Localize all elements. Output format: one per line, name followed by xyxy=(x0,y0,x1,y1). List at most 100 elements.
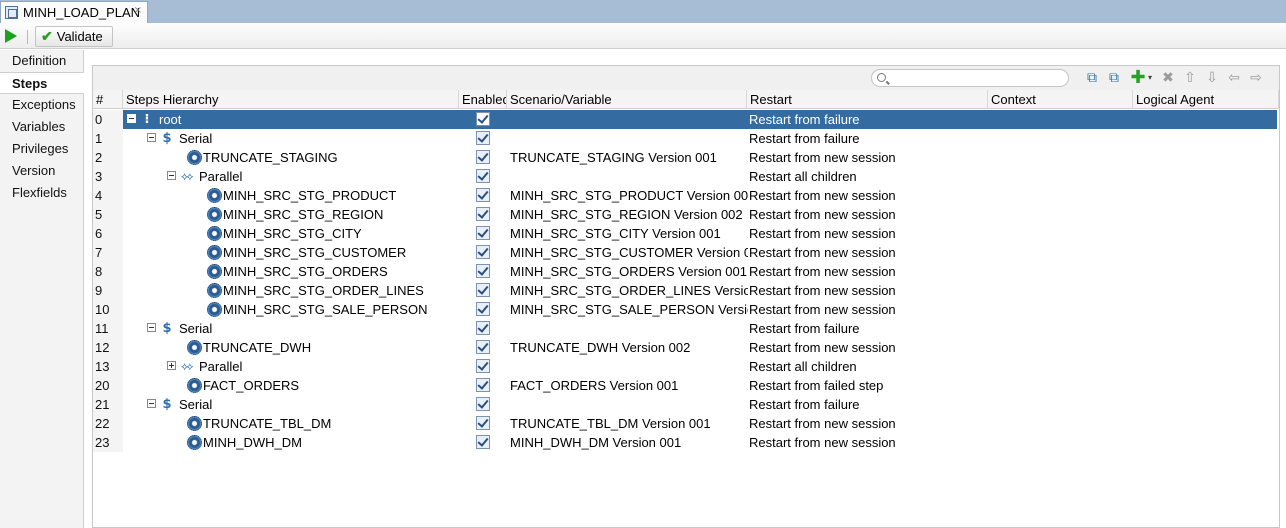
col-restart-header[interactable]: Restart xyxy=(747,90,988,109)
enabled-checkbox[interactable] xyxy=(476,226,490,240)
table-row[interactable]: 11 $ Serial Restart from failure xyxy=(93,319,1277,338)
tab-definition[interactable]: Definition xyxy=(0,50,83,72)
restart-cell[interactable]: Restart from failure xyxy=(749,319,987,338)
enabled-checkbox[interactable] xyxy=(476,131,490,145)
table-row[interactable]: 13 ⟡⟡ Parallel Restart all children xyxy=(93,357,1277,376)
restart-cell[interactable]: Restart from new session xyxy=(749,148,987,167)
tab-minh-load-plan[interactable]: MINH_LOAD_PLAN × xyxy=(0,1,148,23)
tab-steps[interactable]: Steps xyxy=(0,72,84,94)
tab-version[interactable]: Version xyxy=(0,160,83,182)
restart-cell[interactable]: Restart from new session xyxy=(749,186,987,205)
table-row[interactable]: 22 TRUNCATE_TBL_DM TRUNCATE_TBL_DM Version… xyxy=(93,414,1277,433)
restart-cell[interactable]: Restart from failure xyxy=(749,395,987,414)
col-number-header[interactable]: # xyxy=(93,90,123,109)
col-context-header[interactable]: Context xyxy=(988,90,1133,109)
parallel-step-icon: ⟡⟡ xyxy=(181,360,194,373)
table-row[interactable]: 0 ⁝ root Restart from failure xyxy=(93,110,1277,129)
restart-cell[interactable]: Restart from new session xyxy=(749,300,987,319)
enabled-checkbox[interactable] xyxy=(476,169,490,183)
table-row[interactable]: 7 MINH_SRC_STG_CUSTOMER MINH_SRC_STG_CUSTO… xyxy=(93,243,1277,262)
tab-flexfields[interactable]: Flexfields xyxy=(0,182,83,204)
collapse-all-icon[interactable]: ⧉ xyxy=(1105,69,1123,87)
restart-cell[interactable]: Restart from new session xyxy=(749,414,987,433)
table-row[interactable]: 23 MINH_DWH_DM MINH_DWH_DM Version 001 Rest… xyxy=(93,433,1277,452)
table-row[interactable]: 4 MINH_SRC_STG_PRODUCT MINH_SRC_STG_PRODUC… xyxy=(93,186,1277,205)
tab-variables[interactable]: Variables xyxy=(0,116,83,138)
scenario-variable-cell xyxy=(510,129,748,148)
enabled-checkbox[interactable] xyxy=(476,264,490,278)
enabled-checkbox[interactable] xyxy=(476,340,490,354)
collapse-icon[interactable] xyxy=(167,171,176,180)
collapse-icon[interactable] xyxy=(147,323,156,332)
col-steps-hierarchy-header[interactable]: Steps Hierarchy xyxy=(123,90,459,109)
restart-cell[interactable]: Restart from new session xyxy=(749,281,987,300)
col-logical-agent-header[interactable]: Logical Agent xyxy=(1133,90,1279,109)
table-row[interactable]: 1 $ Serial Restart from failure xyxy=(93,129,1277,148)
restart-cell[interactable]: Restart from failed step xyxy=(749,376,987,395)
table-row[interactable]: 20 FACT_ORDERS FACT_ORDERS Version 001 Rest… xyxy=(93,376,1277,395)
restart-cell[interactable]: Restart from new session xyxy=(749,243,987,262)
expand-icon[interactable] xyxy=(167,361,176,370)
step-name: MINH_SRC_STG_SALE_PERSON xyxy=(223,302,428,317)
restart-cell[interactable]: Restart from new session xyxy=(749,262,987,281)
restart-cell[interactable]: Restart from new session xyxy=(749,433,987,452)
move-up-icon[interactable]: ⇧ xyxy=(1181,69,1199,87)
add-dropdown-icon[interactable]: ▾ xyxy=(1145,69,1155,87)
move-down-icon[interactable]: ⇩ xyxy=(1203,69,1221,87)
tab-privileges[interactable]: Privileges xyxy=(0,138,83,160)
scenario-gear-icon xyxy=(187,340,202,355)
collapse-icon[interactable] xyxy=(147,399,156,408)
move-left-icon[interactable]: ⇦ xyxy=(1225,69,1243,87)
table-row[interactable]: 12 TRUNCATE_DWH TRUNCATE_DWH Version 002 Re… xyxy=(93,338,1277,357)
enabled-checkbox[interactable] xyxy=(476,245,490,259)
enabled-checkbox[interactable] xyxy=(476,378,490,392)
table-row[interactable]: 8 MINH_SRC_STG_ORDERS MINH_SRC_STG_ORDERS … xyxy=(93,262,1277,281)
run-icon[interactable] xyxy=(5,29,17,43)
enabled-checkbox[interactable] xyxy=(476,283,490,297)
table-row[interactable]: 9 MINH_SRC_STG_ORDER_LINES MINH_SRC_STG_OR… xyxy=(93,281,1277,300)
delete-icon[interactable]: ✖ xyxy=(1159,69,1177,87)
col-scenario-variable-header[interactable]: Scenario/Variable xyxy=(507,90,747,109)
enabled-checkbox[interactable] xyxy=(476,188,490,202)
serial-step-icon: ⁝ xyxy=(144,112,150,127)
table-row[interactable]: 6 MINH_SRC_STG_CITY MINH_SRC_STG_CITY Vers… xyxy=(93,224,1277,243)
restart-cell[interactable]: Restart all children xyxy=(749,167,987,186)
restart-cell[interactable]: Restart all children xyxy=(749,357,987,376)
restart-cell[interactable]: Restart from new session xyxy=(749,224,987,243)
enabled-checkbox[interactable] xyxy=(476,321,490,335)
restart-cell[interactable]: Restart from failure xyxy=(749,110,987,129)
move-right-icon[interactable]: ⇨ xyxy=(1247,69,1265,87)
enabled-checkbox[interactable] xyxy=(476,150,490,164)
scenario-variable-cell: TRUNCATE_STAGING Version 001 xyxy=(510,150,717,165)
enabled-checkbox[interactable] xyxy=(476,435,490,449)
table-row[interactable]: 10 MINH_SRC_STG_SALE_PERSON MINH_SRC_STG_S… xyxy=(93,300,1277,319)
table-row[interactable]: 21 $ Serial Restart from failure xyxy=(93,395,1277,414)
restart-cell[interactable]: Restart from new session xyxy=(749,205,987,224)
restart-cell[interactable]: Restart from failure xyxy=(749,129,987,148)
collapse-icon[interactable] xyxy=(147,133,156,142)
row-number: 23 xyxy=(93,433,123,452)
enabled-checkbox[interactable] xyxy=(476,207,490,221)
validate-button[interactable]: ✔ Validate xyxy=(35,26,113,47)
restart-cell[interactable]: Restart from new session xyxy=(749,338,987,357)
scenario-variable-cell xyxy=(510,167,748,186)
close-icon[interactable]: × xyxy=(134,5,142,16)
search-input[interactable] xyxy=(871,69,1069,87)
tab-exceptions[interactable]: Exceptions xyxy=(0,94,83,116)
enabled-checkbox[interactable] xyxy=(476,359,490,373)
enabled-checkbox[interactable] xyxy=(476,302,490,316)
enabled-checkbox[interactable] xyxy=(476,397,490,411)
row-number: 10 xyxy=(93,300,123,319)
table-row[interactable]: 3 ⟡⟡ Parallel Restart all children xyxy=(93,167,1277,186)
steps-content: ⧉ ⧉ ✚ ▾ ✖ ⇧ ⇩ ⇦ ⇨ # Steps Hierarchy Enable… xyxy=(84,50,1286,528)
table-row[interactable]: 2 TRUNCATE_STAGING TRUNCATE_STAGING Versio… xyxy=(93,148,1277,167)
table-row[interactable]: 5 MINH_SRC_STG_REGION MINH_SRC_STG_REGION … xyxy=(93,205,1277,224)
enabled-checkbox[interactable] xyxy=(476,416,490,430)
scenario-variable-cell xyxy=(510,319,748,338)
enabled-checkbox[interactable] xyxy=(476,112,490,126)
col-enabled-header[interactable]: Enabled xyxy=(459,90,507,109)
expand-all-icon[interactable]: ⧉ xyxy=(1083,69,1101,87)
collapse-icon[interactable] xyxy=(127,114,136,123)
load-plan-icon xyxy=(5,6,18,19)
step-name: MINH_SRC_STG_CITY xyxy=(223,226,362,241)
